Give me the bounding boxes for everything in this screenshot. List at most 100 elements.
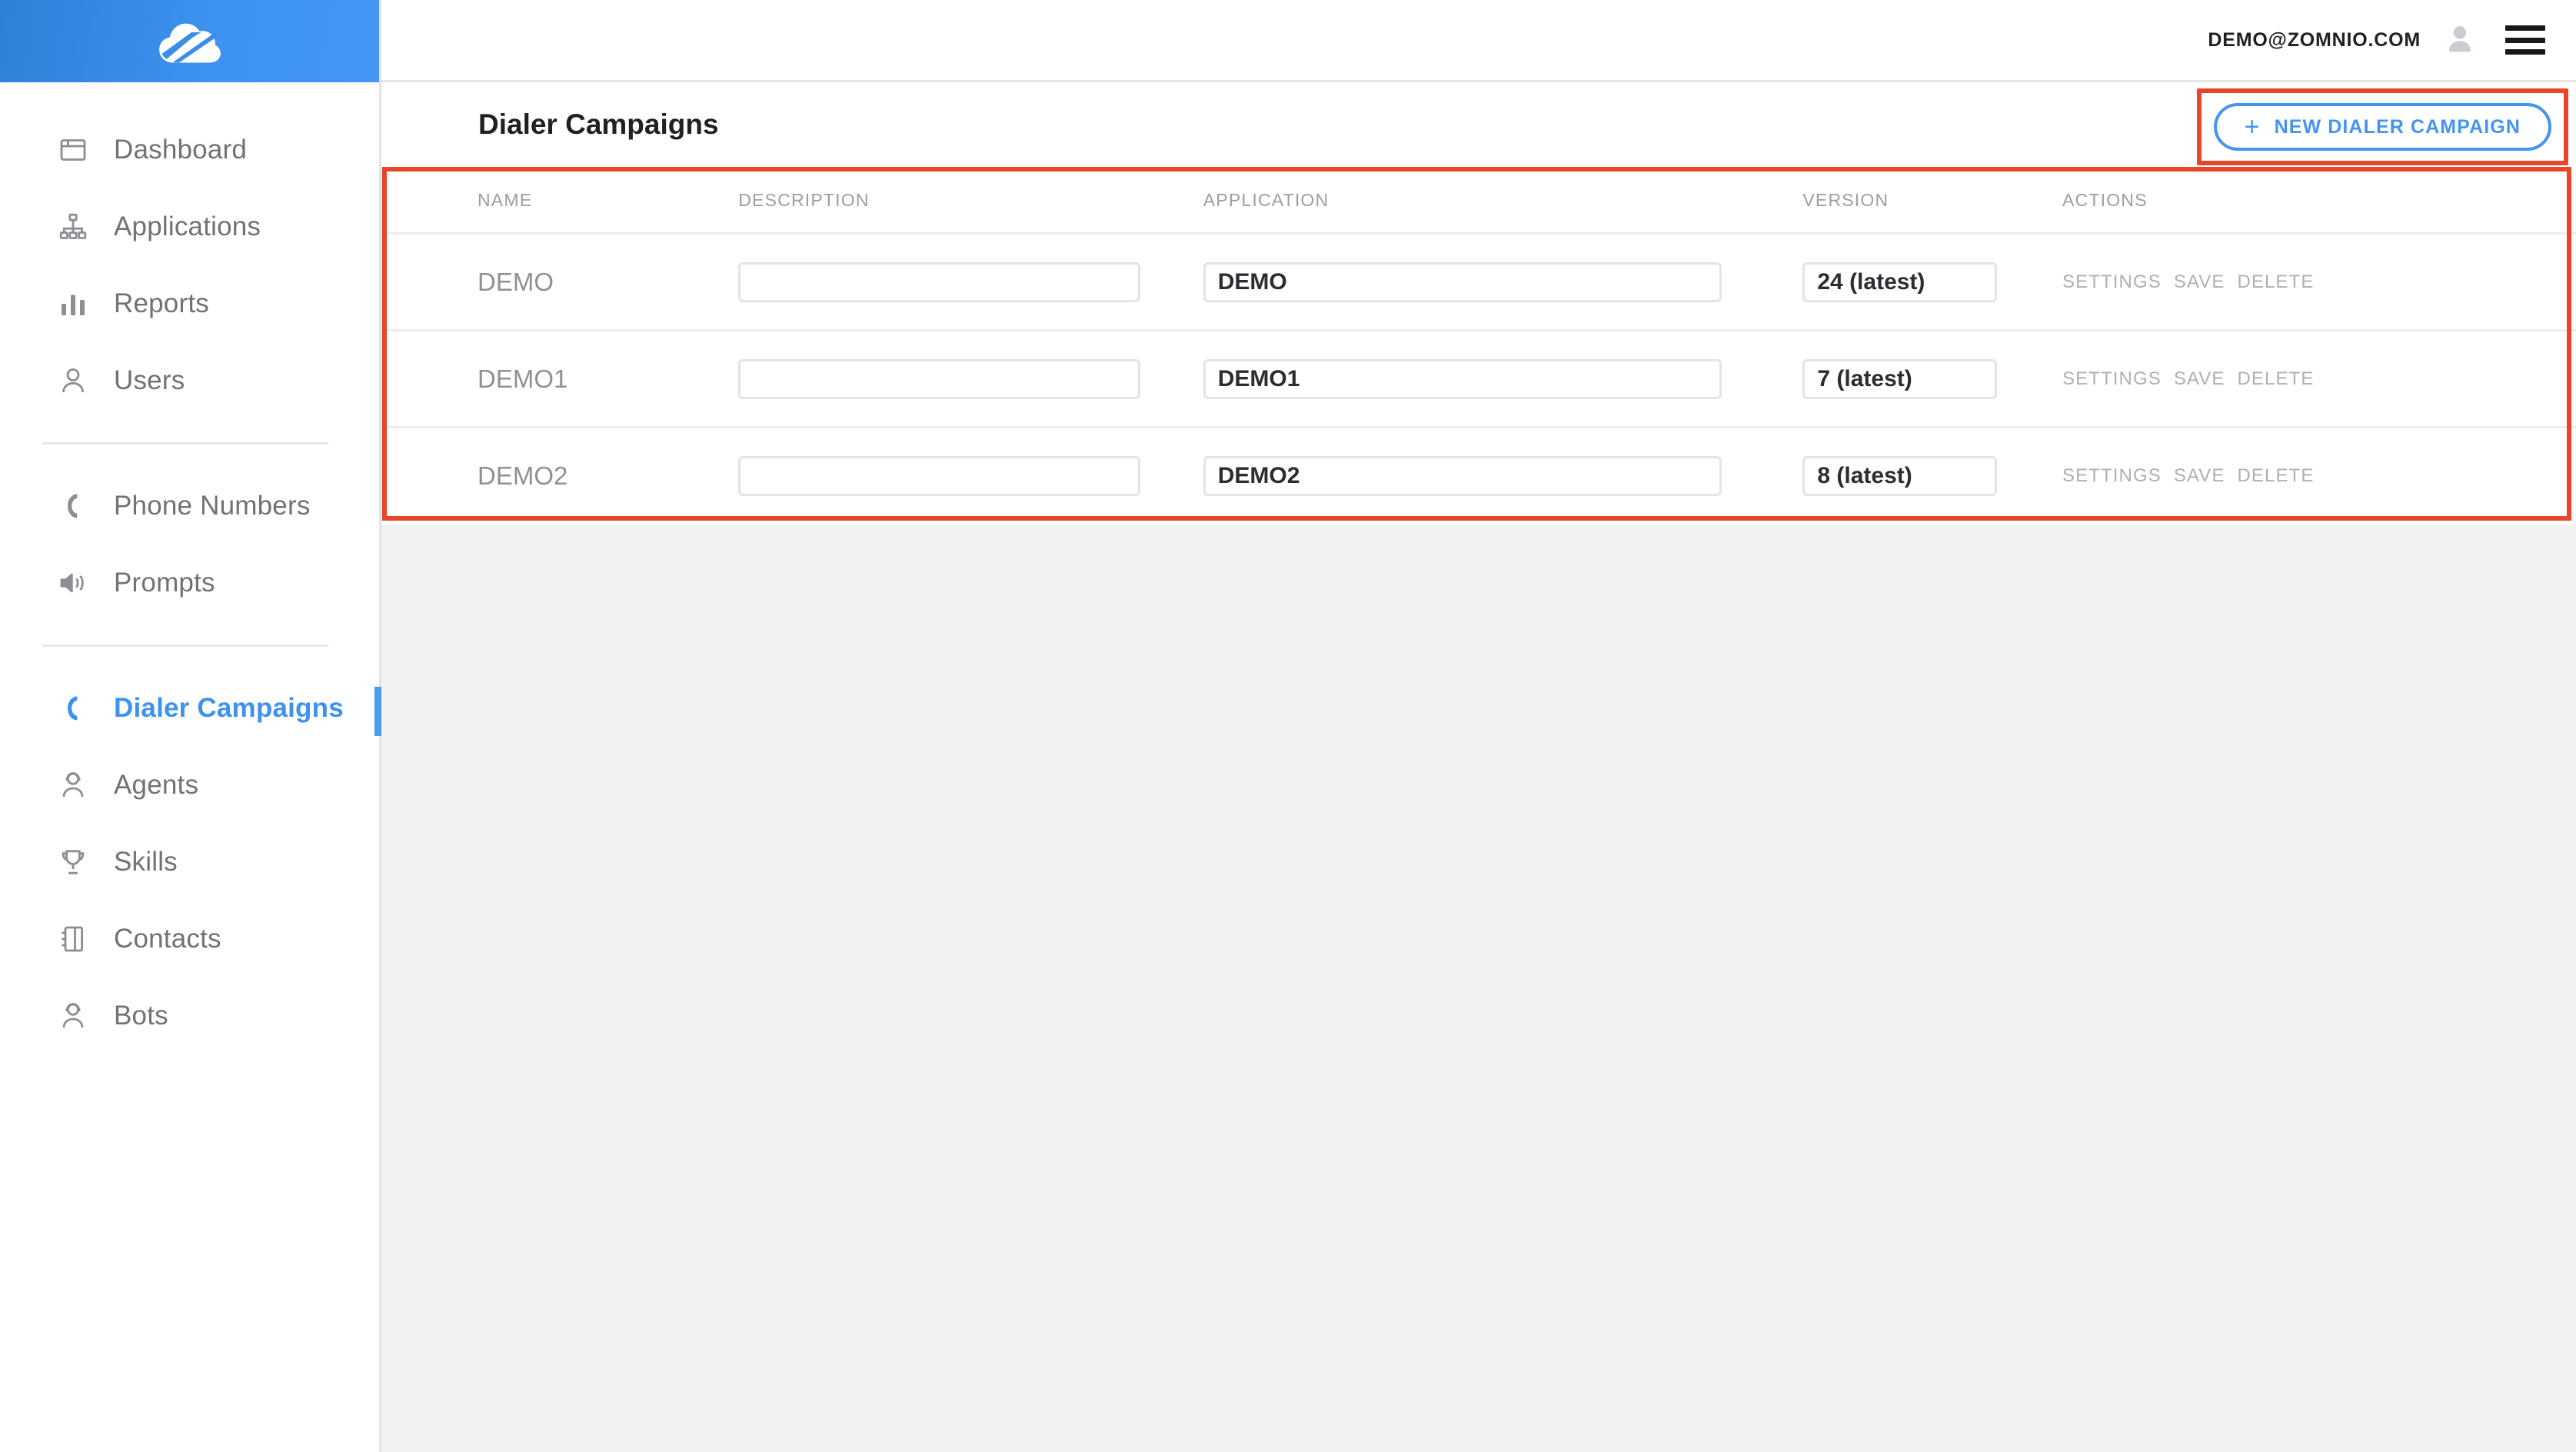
user-avatar-icon[interactable] [2442,22,2478,58]
settings-action[interactable]: SETTINGS [2062,271,2162,293]
cell-version: 7 (latest) [1802,330,2055,428]
user-email-label: DEMO@ZOMNIO.COM [2208,28,2421,51]
description-input[interactable] [738,358,1141,399]
cell-application: DEMO1 [1203,330,1803,428]
sidebar-item-dialer-campaigns[interactable]: Dialer Campaigns [0,670,381,747]
cell-description [738,428,1203,525]
sidebar-item-dashboard[interactable]: Dashboard [0,112,379,188]
delete-action[interactable]: DELETE [2237,465,2314,487]
description-input[interactable] [738,261,1141,302]
cell-version: 24 (latest) [1802,233,2055,331]
app-root: Dashboard Applications Reports Users Pho… [0,0,2576,1452]
sidebar-nav: Dashboard Applications Reports Users Pho… [0,82,381,1054]
cell-description [738,233,1203,331]
sidebar-logo-header [0,0,379,82]
cell-name: DEMO1 [382,330,739,428]
version-input[interactable]: 24 (latest) [1802,261,1998,302]
cell-name: DEMO [382,233,739,331]
column-header-actions: ACTIONS [2055,167,2576,235]
bar-chart-icon [55,286,91,321]
sidebar-item-label: Applications [114,211,261,241]
sidebar-item-label: Dialer Campaigns [114,693,344,723]
column-header-version: VERSION [1802,167,2055,235]
application-input[interactable]: DEMO2 [1203,456,1722,497]
save-action[interactable]: SAVE [2174,271,2225,293]
top-bar: DEMO@ZOMNIO.COM [381,0,2576,82]
sidebar-item-contacts[interactable]: Contacts [0,901,379,977]
sidebar-item-skills[interactable]: Skills [0,824,379,901]
sidebar-item-agents[interactable]: Agents [0,747,379,824]
campaigns-table-container: NAME DESCRIPTION APPLICATION VERSION ACT… [381,167,2576,1452]
version-input[interactable]: 7 (latest) [1802,358,1998,399]
row-actions: SETTINGS SAVE DELETE [2055,368,2576,390]
active-indicator [374,687,381,736]
phone-icon [55,488,91,524]
hamburger-menu-icon[interactable] [2505,25,2545,55]
campaign-name-label: DEMO2 [478,461,568,491]
sidebar-divider-1 [42,442,328,445]
sitemap-icon [55,209,91,245]
sidebar: Dashboard Applications Reports Users Pho… [0,0,381,1452]
new-dialer-campaign-label: NEW DIALER CAMPAIGN [2274,115,2521,138]
main-content: DEMO@ZOMNIO.COM Dialer Campaigns + NEW D… [381,0,2576,1452]
sidebar-item-bots[interactable]: Bots [0,977,379,1054]
sidebar-divider-2 [42,644,328,647]
sidebar-item-label: Dashboard [114,135,248,165]
campaign-name-label: DEMO1 [478,364,568,393]
save-action[interactable]: SAVE [2174,368,2225,390]
cell-actions: SETTINGS SAVE DELETE [2055,330,2576,428]
sidebar-item-label: Reports [114,288,209,318]
cell-version: 8 (latest) [1802,428,2055,525]
sidebar-item-label: Agents [114,770,199,800]
cloud-logo-icon [156,16,224,67]
table-row: DEMO DEMO 24 (latest) SETTINGS SAVE DELE… [382,233,2576,331]
sidebar-item-label: Skills [114,847,178,877]
application-input[interactable]: DEMO1 [1203,358,1722,399]
new-campaign-highlight: + NEW DIALER CAMPAIGN [2196,88,2568,165]
speaker-icon [55,565,91,601]
delete-action[interactable]: DELETE [2237,368,2314,390]
address-book-icon [55,921,91,957]
sidebar-item-label: Phone Numbers [114,491,311,521]
sidebar-item-prompts[interactable]: Prompts [0,544,379,621]
sidebar-item-applications[interactable]: Applications [0,188,379,265]
delete-action[interactable]: DELETE [2237,271,2314,293]
table-header-row: NAME DESCRIPTION APPLICATION VERSION ACT… [382,167,2576,235]
table-row: DEMO2 DEMO2 8 (latest) SETTINGS SAVE DEL… [382,428,2576,525]
description-input[interactable] [738,456,1141,497]
cell-name: DEMO2 [382,428,738,525]
sidebar-item-label: Contacts [114,924,221,954]
table-row: DEMO1 DEMO1 7 (latest) SETTINGS SAVE DEL… [382,330,2576,428]
new-dialer-campaign-button[interactable]: + NEW DIALER CAMPAIGN [2213,103,2551,151]
sidebar-item-label: Prompts [114,568,215,598]
column-header-application: APPLICATION [1203,167,1803,235]
page-header: Dialer Campaigns + NEW DIALER CAMPAIGN [381,82,2576,167]
settings-action[interactable]: SETTINGS [2062,465,2162,487]
table-body: DEMO DEMO 24 (latest) SETTINGS SAVE DELE… [382,233,2576,525]
phone-icon [55,691,91,726]
trophy-icon [55,844,91,880]
row-actions: SETTINGS SAVE DELETE [2055,271,2576,293]
cell-application: DEMO2 [1203,428,1803,525]
sidebar-item-reports[interactable]: Reports [0,265,379,342]
cell-application: DEMO [1203,233,1803,331]
save-action[interactable]: SAVE [2174,465,2225,487]
table-head: NAME DESCRIPTION APPLICATION VERSION ACT… [382,167,2576,235]
window-icon [55,132,91,168]
cell-actions: SETTINGS SAVE DELETE [2055,428,2576,525]
cell-actions: SETTINGS SAVE DELETE [2055,233,2576,331]
settings-action[interactable]: SETTINGS [2062,368,2162,390]
campaigns-table: NAME DESCRIPTION APPLICATION VERSION ACT… [382,167,2576,525]
sidebar-item-phone-numbers[interactable]: Phone Numbers [0,468,379,544]
headset-user-icon [55,768,91,803]
sidebar-item-users[interactable]: Users [0,342,379,419]
cell-description [738,330,1203,428]
headset-user-icon [55,998,91,1034]
application-input[interactable]: DEMO [1203,261,1722,302]
version-input[interactable]: 8 (latest) [1802,456,1998,497]
sidebar-item-label: Bots [114,1001,168,1031]
user-icon [55,363,91,398]
plus-icon: + [2244,112,2261,142]
column-header-name: NAME [382,167,739,235]
column-header-description: DESCRIPTION [738,167,1203,235]
